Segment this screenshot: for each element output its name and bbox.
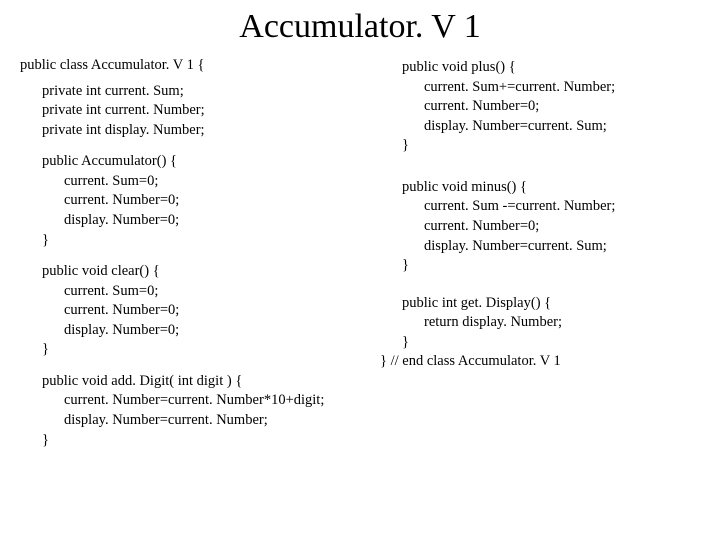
minus-block: public void minus() { current. Sum -=cur… bbox=[380, 178, 720, 276]
clear-line-3: display. Number=0; bbox=[20, 321, 360, 341]
page-title: Accumulator. V 1 bbox=[20, 8, 700, 46]
class-end: } // end class Accumulator. V 1 bbox=[380, 352, 720, 372]
plus-block: public void plus() { current. Sum+=curre… bbox=[380, 58, 720, 156]
ctor-line-3: display. Number=0; bbox=[20, 211, 360, 231]
add-end: } bbox=[20, 431, 360, 451]
field-display: private int display. Number; bbox=[20, 121, 360, 141]
right-column: public void plus() { current. Sum+=curre… bbox=[370, 56, 720, 462]
plus-end: } bbox=[380, 136, 720, 156]
get-line-1: return display. Number; bbox=[380, 313, 720, 333]
slide: Accumulator. V 1 public class Accumulato… bbox=[0, 0, 720, 540]
ctor-head: public Accumulator() { bbox=[20, 152, 360, 172]
left-column: public class Accumulator. V 1 { private … bbox=[20, 56, 370, 462]
ctor-line-1: current. Sum=0; bbox=[20, 172, 360, 192]
add-head: public void add. Digit( int digit ) { bbox=[20, 372, 360, 392]
constructor-block: public Accumulator() { current. Sum=0; c… bbox=[20, 152, 360, 250]
plus-head: public void plus() { bbox=[380, 58, 720, 78]
plus-line-3: display. Number=current. Sum; bbox=[380, 117, 720, 137]
clear-line-2: current. Number=0; bbox=[20, 301, 360, 321]
clear-end: } bbox=[20, 340, 360, 360]
get-end: } bbox=[380, 333, 720, 353]
minus-line-2: current. Number=0; bbox=[380, 217, 720, 237]
clear-head: public void clear() { bbox=[20, 262, 360, 282]
fields-block: private int current. Sum; private int cu… bbox=[20, 82, 360, 141]
ctor-line-2: current. Number=0; bbox=[20, 191, 360, 211]
minus-line-3: display. Number=current. Sum; bbox=[380, 237, 720, 257]
minus-head: public void minus() { bbox=[380, 178, 720, 198]
ctor-end: } bbox=[20, 231, 360, 251]
field-sum: private int current. Sum; bbox=[20, 82, 360, 102]
minus-line-1: current. Sum -=current. Number; bbox=[380, 197, 720, 217]
add-line-2: display. Number=current. Number; bbox=[20, 411, 360, 431]
get-display-block: public int get. Display() { return displ… bbox=[380, 294, 720, 372]
get-head: public int get. Display() { bbox=[380, 294, 720, 314]
plus-line-1: current. Sum+=current. Number; bbox=[380, 78, 720, 98]
code-columns: public class Accumulator. V 1 { private … bbox=[20, 56, 700, 462]
add-line-1: current. Number=current. Number*10+digit… bbox=[20, 391, 360, 411]
plus-line-2: current. Number=0; bbox=[380, 97, 720, 117]
clear-block: public void clear() { current. Sum=0; cu… bbox=[20, 262, 360, 360]
field-number: private int current. Number; bbox=[20, 101, 360, 121]
spacer bbox=[380, 168, 720, 178]
clear-line-1: current. Sum=0; bbox=[20, 282, 360, 302]
minus-end: } bbox=[380, 256, 720, 276]
class-declaration: public class Accumulator. V 1 { bbox=[20, 56, 360, 76]
add-digit-block: public void add. Digit( int digit ) { cu… bbox=[20, 372, 360, 450]
